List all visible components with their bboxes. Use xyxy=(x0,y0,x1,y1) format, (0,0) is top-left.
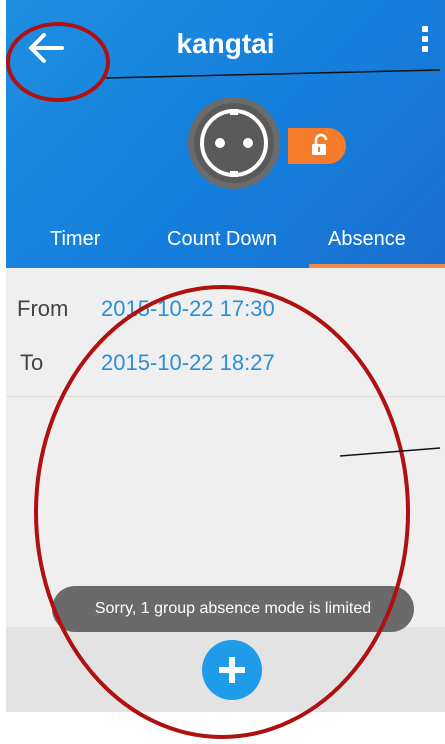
from-label: From xyxy=(17,296,69,321)
divider xyxy=(6,396,445,397)
to-label: To xyxy=(20,350,44,375)
to-datetime-field[interactable]: 2015-10-22 18:27 xyxy=(101,350,275,376)
page-title: kangtai xyxy=(176,28,275,59)
absence-screen: kangtai Timer Count Down Absence From 20… xyxy=(6,0,445,712)
tab-absence[interactable]: Absence xyxy=(328,228,406,251)
mode-tabs: Timer Count Down Absence xyxy=(6,228,445,268)
socket-device-button[interactable] xyxy=(169,97,299,189)
plus-icon xyxy=(219,657,245,683)
add-absence-button[interactable] xyxy=(202,640,262,700)
from-datetime-field[interactable]: 2015-10-22 17:30 xyxy=(101,296,275,322)
power-socket-icon xyxy=(188,97,280,189)
active-tab-indicator xyxy=(309,264,445,268)
toast-message: Sorry, 1 group absence mode is limited xyxy=(52,586,414,632)
overflow-menu-icon xyxy=(422,26,428,32)
app-header: kangtai Timer Count Down Absence xyxy=(6,0,445,268)
tab-count-down[interactable]: Count Down xyxy=(167,228,277,251)
tab-timer[interactable]: Timer xyxy=(50,228,100,251)
overflow-menu-button[interactable] xyxy=(415,22,435,66)
